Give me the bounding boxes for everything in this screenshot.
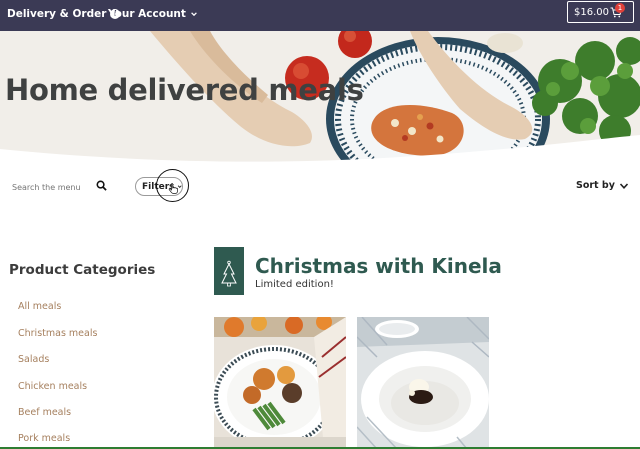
category-link-pork-meals[interactable]: Pork meals — [18, 433, 70, 444]
product-card[interactable] — [357, 317, 489, 449]
chevron-down-icon — [619, 182, 628, 189]
sort-by-dropdown[interactable]: Sort by — [576, 180, 629, 191]
cart-button[interactable]: $16.00 1 — [567, 1, 634, 23]
page-title: Home delivered meals — [5, 73, 364, 107]
product-card[interactable] — [214, 317, 346, 449]
category-link-salads[interactable]: Salads — [18, 354, 49, 365]
category-link-chicken-meals[interactable]: Chicken meals — [18, 381, 87, 392]
category-link-all-meals[interactable]: All meals — [18, 301, 61, 312]
hand-cursor-icon — [168, 183, 178, 194]
top-navigation-bar: Delivery & Order i Your Account $16.00 1 — [0, 0, 640, 31]
section-title: Christmas with Kinela — [255, 254, 502, 278]
category-link-christmas-meals[interactable]: Christmas meals — [18, 328, 97, 339]
christmas-tree-icon — [221, 260, 237, 287]
product-image — [214, 317, 346, 449]
christmas-badge — [214, 247, 244, 295]
chevron-down-icon — [191, 12, 197, 17]
product-image — [357, 317, 489, 449]
category-link-beef-meals[interactable]: Beef meals — [18, 407, 71, 418]
hero-banner: Home delivered meals — [0, 31, 640, 166]
cart-count-badge: 1 — [615, 3, 625, 13]
delivery-order-link[interactable]: Delivery & Order i — [7, 8, 121, 20]
delivery-order-label: Delivery & Order — [7, 8, 107, 20]
product-categories-heading: Product Categories — [9, 262, 156, 278]
your-account-label: Your Account — [108, 8, 186, 20]
section-subtitle: Limited edition! — [255, 279, 334, 290]
cart-total: $16.00 — [574, 6, 609, 18]
sort-by-label: Sort by — [576, 180, 615, 191]
search-icon[interactable] — [96, 180, 107, 191]
your-account-menu[interactable]: Your Account — [108, 8, 198, 20]
search-input[interactable] — [12, 181, 88, 193]
